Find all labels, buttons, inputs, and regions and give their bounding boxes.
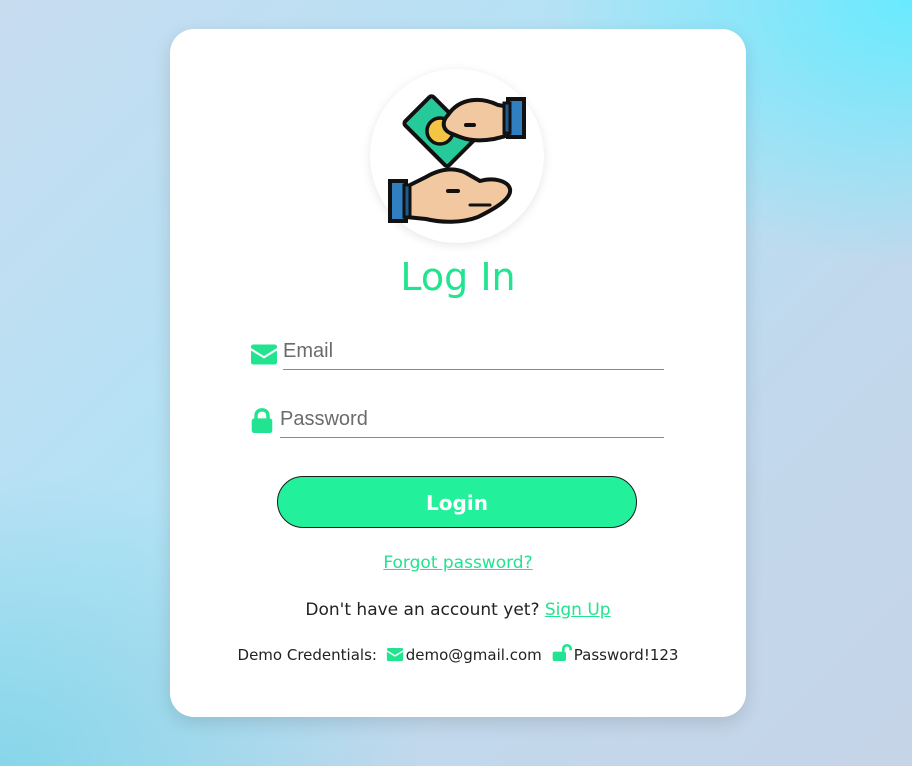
unlock-icon	[552, 644, 572, 661]
hands-money-exchange-icon	[388, 94, 526, 224]
login-card: Log In Login Forgot password? Don't have…	[170, 29, 746, 717]
forgot-password-link[interactable]: Forgot password?	[170, 551, 746, 575]
signup-prompt: Don't have an account yet?	[305, 600, 540, 620]
signup-link[interactable]: Sign Up	[545, 600, 611, 620]
password-input[interactable]	[280, 401, 664, 438]
envelope-icon	[251, 344, 277, 365]
demo-password: Password!123	[573, 646, 679, 664]
envelope-icon	[386, 647, 403, 662]
email-input[interactable]	[283, 333, 664, 370]
demo-credentials: Demo Credentials: demo@gmail.com Passwor…	[170, 644, 746, 666]
demo-credentials-label: Demo Credentials:	[237, 646, 377, 664]
password-field-row	[250, 397, 664, 441]
demo-email: demo@gmail.com	[405, 646, 542, 664]
page-title: Log In	[400, 255, 516, 299]
lock-icon	[251, 408, 273, 433]
login-button[interactable]: Login	[277, 476, 637, 528]
email-field-row	[250, 329, 664, 373]
signup-row: Don't have an account yet? Sign Up	[170, 598, 746, 622]
logo	[370, 69, 544, 243]
